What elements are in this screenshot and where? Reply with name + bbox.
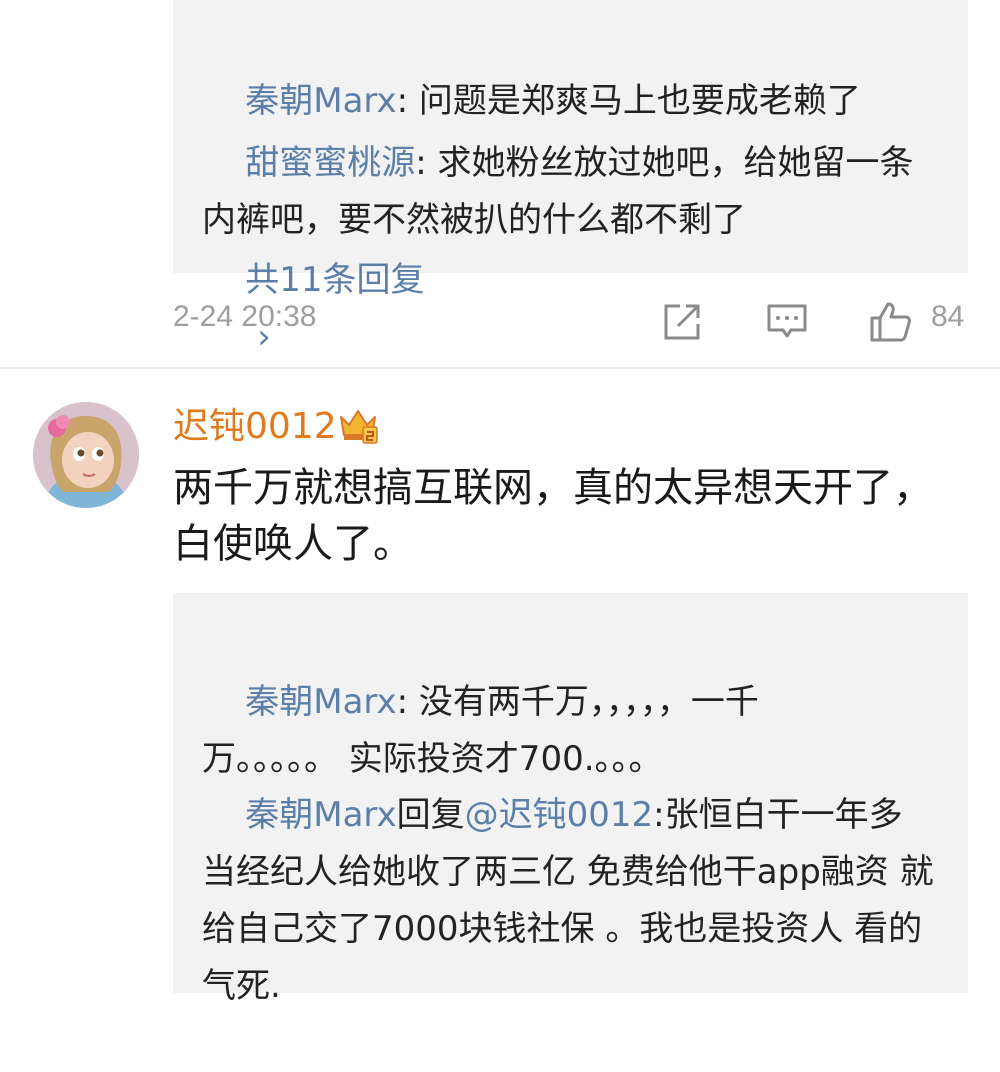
- reply-mention[interactable]: @迟钝0012: [465, 795, 654, 835]
- avatar[interactable]: [33, 402, 139, 508]
- comment-text: 两千万就想搞互联网，真的太异想天开了，白使唤人了。: [173, 465, 933, 567]
- like-count: 84: [931, 300, 965, 333]
- reply-item[interactable]: 秦朝Marx回复@迟钝0012:张恒白干一年多 当经纪人给她收了两三亿 免费给他…: [202, 730, 937, 1072]
- share-icon[interactable]: [660, 300, 704, 344]
- thumbs-up-icon[interactable]: [868, 300, 912, 344]
- comment-author[interactable]: 迟钝0012: [173, 400, 337, 454]
- comment-timestamp: 2-24 20:38: [173, 300, 317, 333]
- reply-box-1[interactable]: 秦朝Marx: 问题是郑爽马上也要成老赖了 甜蜜蜜桃源: 求她粉丝放过她吧，给她…: [173, 0, 968, 357]
- reply-username[interactable]: 秦朝Marx: [245, 682, 396, 722]
- reply-box-2[interactable]: 秦朝Marx: 没有两千万，，，，，一千万。。。。。 实际投资才700.。。。 …: [173, 593, 968, 1006]
- reply-username[interactable]: 秦朝Marx: [245, 795, 396, 835]
- crown-badge-icon: [340, 410, 378, 444]
- reply-connector: 回复: [396, 795, 465, 835]
- divider: [0, 367, 1000, 369]
- comment-icon[interactable]: [765, 300, 809, 344]
- reply-username[interactable]: 甜蜜蜜桃源: [245, 143, 415, 183]
- more-replies-label: 共11条回复: [245, 260, 425, 300]
